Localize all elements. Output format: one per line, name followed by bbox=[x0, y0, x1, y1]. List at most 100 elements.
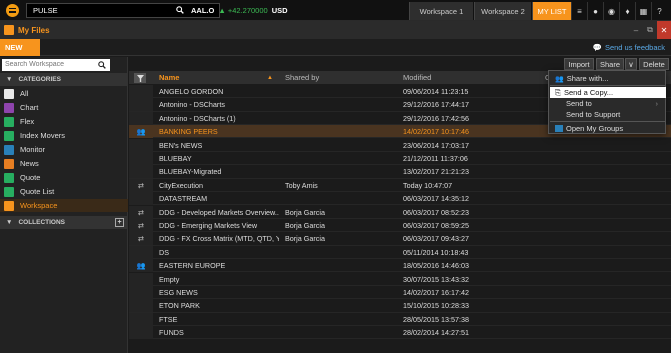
table-row[interactable]: ESG NEWS 14/02/2017 16:17:42 bbox=[129, 286, 671, 300]
help-icon[interactable]: ? bbox=[651, 2, 667, 20]
row-shared-by bbox=[281, 299, 397, 312]
row-shared-by bbox=[281, 125, 397, 138]
row-shared-by bbox=[281, 85, 397, 98]
table-row[interactable]: BLUEBAY 21/12/2011 11:37:06 bbox=[129, 152, 671, 166]
table-row[interactable]: BLUEBAY-Migrated 13/02/2017 21:21:23 bbox=[129, 165, 671, 179]
row-icon-cell bbox=[129, 299, 153, 313]
window-title: My Files bbox=[18, 25, 50, 35]
row-shared-by bbox=[281, 165, 397, 178]
row-shared-by bbox=[281, 139, 397, 152]
table-row[interactable]: ⇄ DDG - Developed Markets Overview... Borj… bbox=[129, 205, 671, 219]
row-shared-by bbox=[281, 192, 397, 205]
table-row[interactable]: FUNDS 28/02/2014 14:27:51 bbox=[129, 326, 671, 340]
row-modified: 06/03/2017 08:52:23 bbox=[403, 207, 469, 217]
tab-workspace-1[interactable]: Workspace 1 bbox=[409, 2, 473, 20]
search-icon[interactable] bbox=[176, 6, 184, 14]
row-name: DATASTREAM bbox=[159, 194, 208, 204]
row-icon-cell bbox=[129, 245, 153, 259]
category-chart[interactable]: Chart bbox=[0, 101, 128, 114]
column-header-modified[interactable]: Modified bbox=[399, 71, 539, 84]
grid-icon bbox=[4, 88, 14, 99]
collections-header[interactable]: ▼ COLLECTIONS + bbox=[0, 216, 128, 229]
folder-icon bbox=[4, 25, 14, 35]
row-shared-by bbox=[281, 326, 397, 339]
menu-send-copy[interactable]: ⎘ Send a Copy... bbox=[550, 87, 666, 98]
chat-icon[interactable]: ◉ bbox=[603, 2, 619, 20]
column-header-shared-by[interactable]: Shared by bbox=[281, 71, 397, 84]
menu-send-to[interactable]: Send to › bbox=[550, 98, 666, 109]
feedback-label: Send us feedback bbox=[604, 43, 665, 52]
table-row[interactable]: FTSE 28/05/2015 13:57:38 bbox=[129, 312, 671, 327]
table-row[interactable]: ⇄ DDG - Emerging Markets View Borja Garcia… bbox=[129, 219, 671, 233]
new-button[interactable]: NEW bbox=[0, 39, 40, 56]
row-name: BEN's NEWS bbox=[159, 140, 203, 150]
table-row[interactable]: ETON PARK 15/10/2015 10:28:33 bbox=[129, 299, 671, 313]
tab-my-list[interactable]: MY LIST bbox=[532, 2, 571, 20]
window-title-bar: My Files – ⧉ ✕ bbox=[0, 21, 671, 39]
import-button[interactable]: Import bbox=[564, 58, 594, 70]
delete-button[interactable]: Delete bbox=[639, 58, 669, 70]
row-name: Antonino - DSCharts bbox=[159, 100, 225, 110]
workspace-icon bbox=[4, 200, 14, 211]
minimize-icon[interactable]: – bbox=[629, 21, 643, 39]
row-modified: 06/03/2017 14:35:12 bbox=[403, 194, 469, 204]
row-name: FUNDS bbox=[159, 328, 184, 338]
shared-file-icon: ⇄ bbox=[129, 232, 153, 246]
quote-icon bbox=[4, 172, 14, 183]
row-shared-by: Borja Garcia bbox=[285, 221, 325, 230]
category-flex[interactable]: Flex bbox=[0, 115, 128, 128]
category-monitor[interactable]: Monitor bbox=[0, 143, 128, 156]
table-row[interactable]: Empty 30/07/2015 13:43:32 bbox=[129, 272, 671, 286]
category-news[interactable]: News bbox=[0, 157, 128, 170]
menu-share-with[interactable]: 👥 Share with... bbox=[550, 73, 666, 84]
column-header-name[interactable]: Name ▲ bbox=[155, 71, 279, 84]
chevron-right-icon: › bbox=[655, 99, 659, 108]
menu-icon[interactable]: ≡ bbox=[571, 2, 587, 20]
row-modified: 13/02/2017 21:21:23 bbox=[403, 167, 469, 177]
news-icon bbox=[4, 158, 14, 169]
row-modified: 14/02/2017 10:17:46 bbox=[403, 127, 469, 137]
add-collection-icon[interactable]: + bbox=[115, 218, 124, 227]
menu-send-support[interactable]: Send to Support bbox=[550, 109, 666, 120]
table-row[interactable]: DATASTREAM 06/03/2017 14:35:12 bbox=[129, 192, 671, 206]
ticker-symbol: AAL.O bbox=[191, 6, 215, 15]
menu-open-groups[interactable]: Open My Groups bbox=[550, 123, 666, 134]
close-icon[interactable]: ✕ bbox=[657, 21, 671, 39]
row-name: BLUEBAY bbox=[159, 154, 192, 163]
table-row[interactable]: DS 05/11/2014 10:18:43 bbox=[129, 245, 671, 260]
category-quote-list[interactable]: Quote List bbox=[0, 185, 128, 198]
feedback-link[interactable]: 💬 Send us feedback bbox=[593, 43, 665, 52]
grid-icon[interactable]: ▦ bbox=[635, 2, 651, 20]
category-index-movers[interactable]: Index Movers bbox=[0, 129, 128, 142]
row-name: FTSE bbox=[159, 314, 178, 324]
group-icon: 👥 bbox=[555, 75, 564, 83]
restore-icon[interactable]: ⧉ bbox=[643, 21, 657, 39]
table-row[interactable]: BEN's NEWS 23/06/2014 17:03:17 bbox=[129, 138, 671, 152]
row-modified: 09/06/2014 11:23:15 bbox=[403, 87, 469, 96]
row-shared-by bbox=[281, 273, 397, 286]
table-row[interactable]: ⇄ CityExecution Toby Amis Today 10:47:07 bbox=[129, 178, 671, 193]
search-icon[interactable] bbox=[98, 61, 106, 69]
person-icon[interactable]: ● bbox=[587, 2, 603, 20]
category-all[interactable]: All bbox=[0, 87, 128, 100]
category-quote[interactable]: Quote bbox=[0, 171, 128, 184]
share-button[interactable]: Share bbox=[596, 58, 624, 70]
quote-list-icon bbox=[4, 186, 14, 197]
ticker-change: ▲ +42.270000 bbox=[218, 6, 268, 15]
filter-icon[interactable] bbox=[134, 73, 146, 83]
eikon-logo-icon[interactable] bbox=[6, 3, 19, 17]
table-row[interactable]: ⇄ DDG - FX Cross Matrix (MTD, QTD, Y... Bo… bbox=[129, 232, 671, 246]
share-dropdown-icon[interactable]: ∨ bbox=[625, 58, 637, 70]
row-name: BLUEBAY-Migrated bbox=[159, 167, 222, 177]
category-workspace[interactable]: Workspace bbox=[0, 199, 128, 212]
bell-icon[interactable]: ♦ bbox=[619, 2, 635, 20]
row-modified: 06/03/2017 09:43:27 bbox=[403, 234, 469, 244]
row-modified: 06/03/2017 08:59:25 bbox=[403, 221, 469, 230]
table-row[interactable]: 👥 EASTERN EUROPE 18/05/2016 14:46:03 bbox=[129, 259, 671, 273]
row-modified: 29/12/2016 17:44:17 bbox=[403, 100, 469, 110]
command-value: PULSE bbox=[33, 6, 58, 15]
categories-header[interactable]: ▼ CATEGORIES bbox=[0, 73, 128, 86]
workspace-search-input[interactable] bbox=[2, 59, 110, 71]
row-shared-by bbox=[281, 259, 397, 272]
tab-workspace-2[interactable]: Workspace 2 bbox=[474, 2, 531, 20]
